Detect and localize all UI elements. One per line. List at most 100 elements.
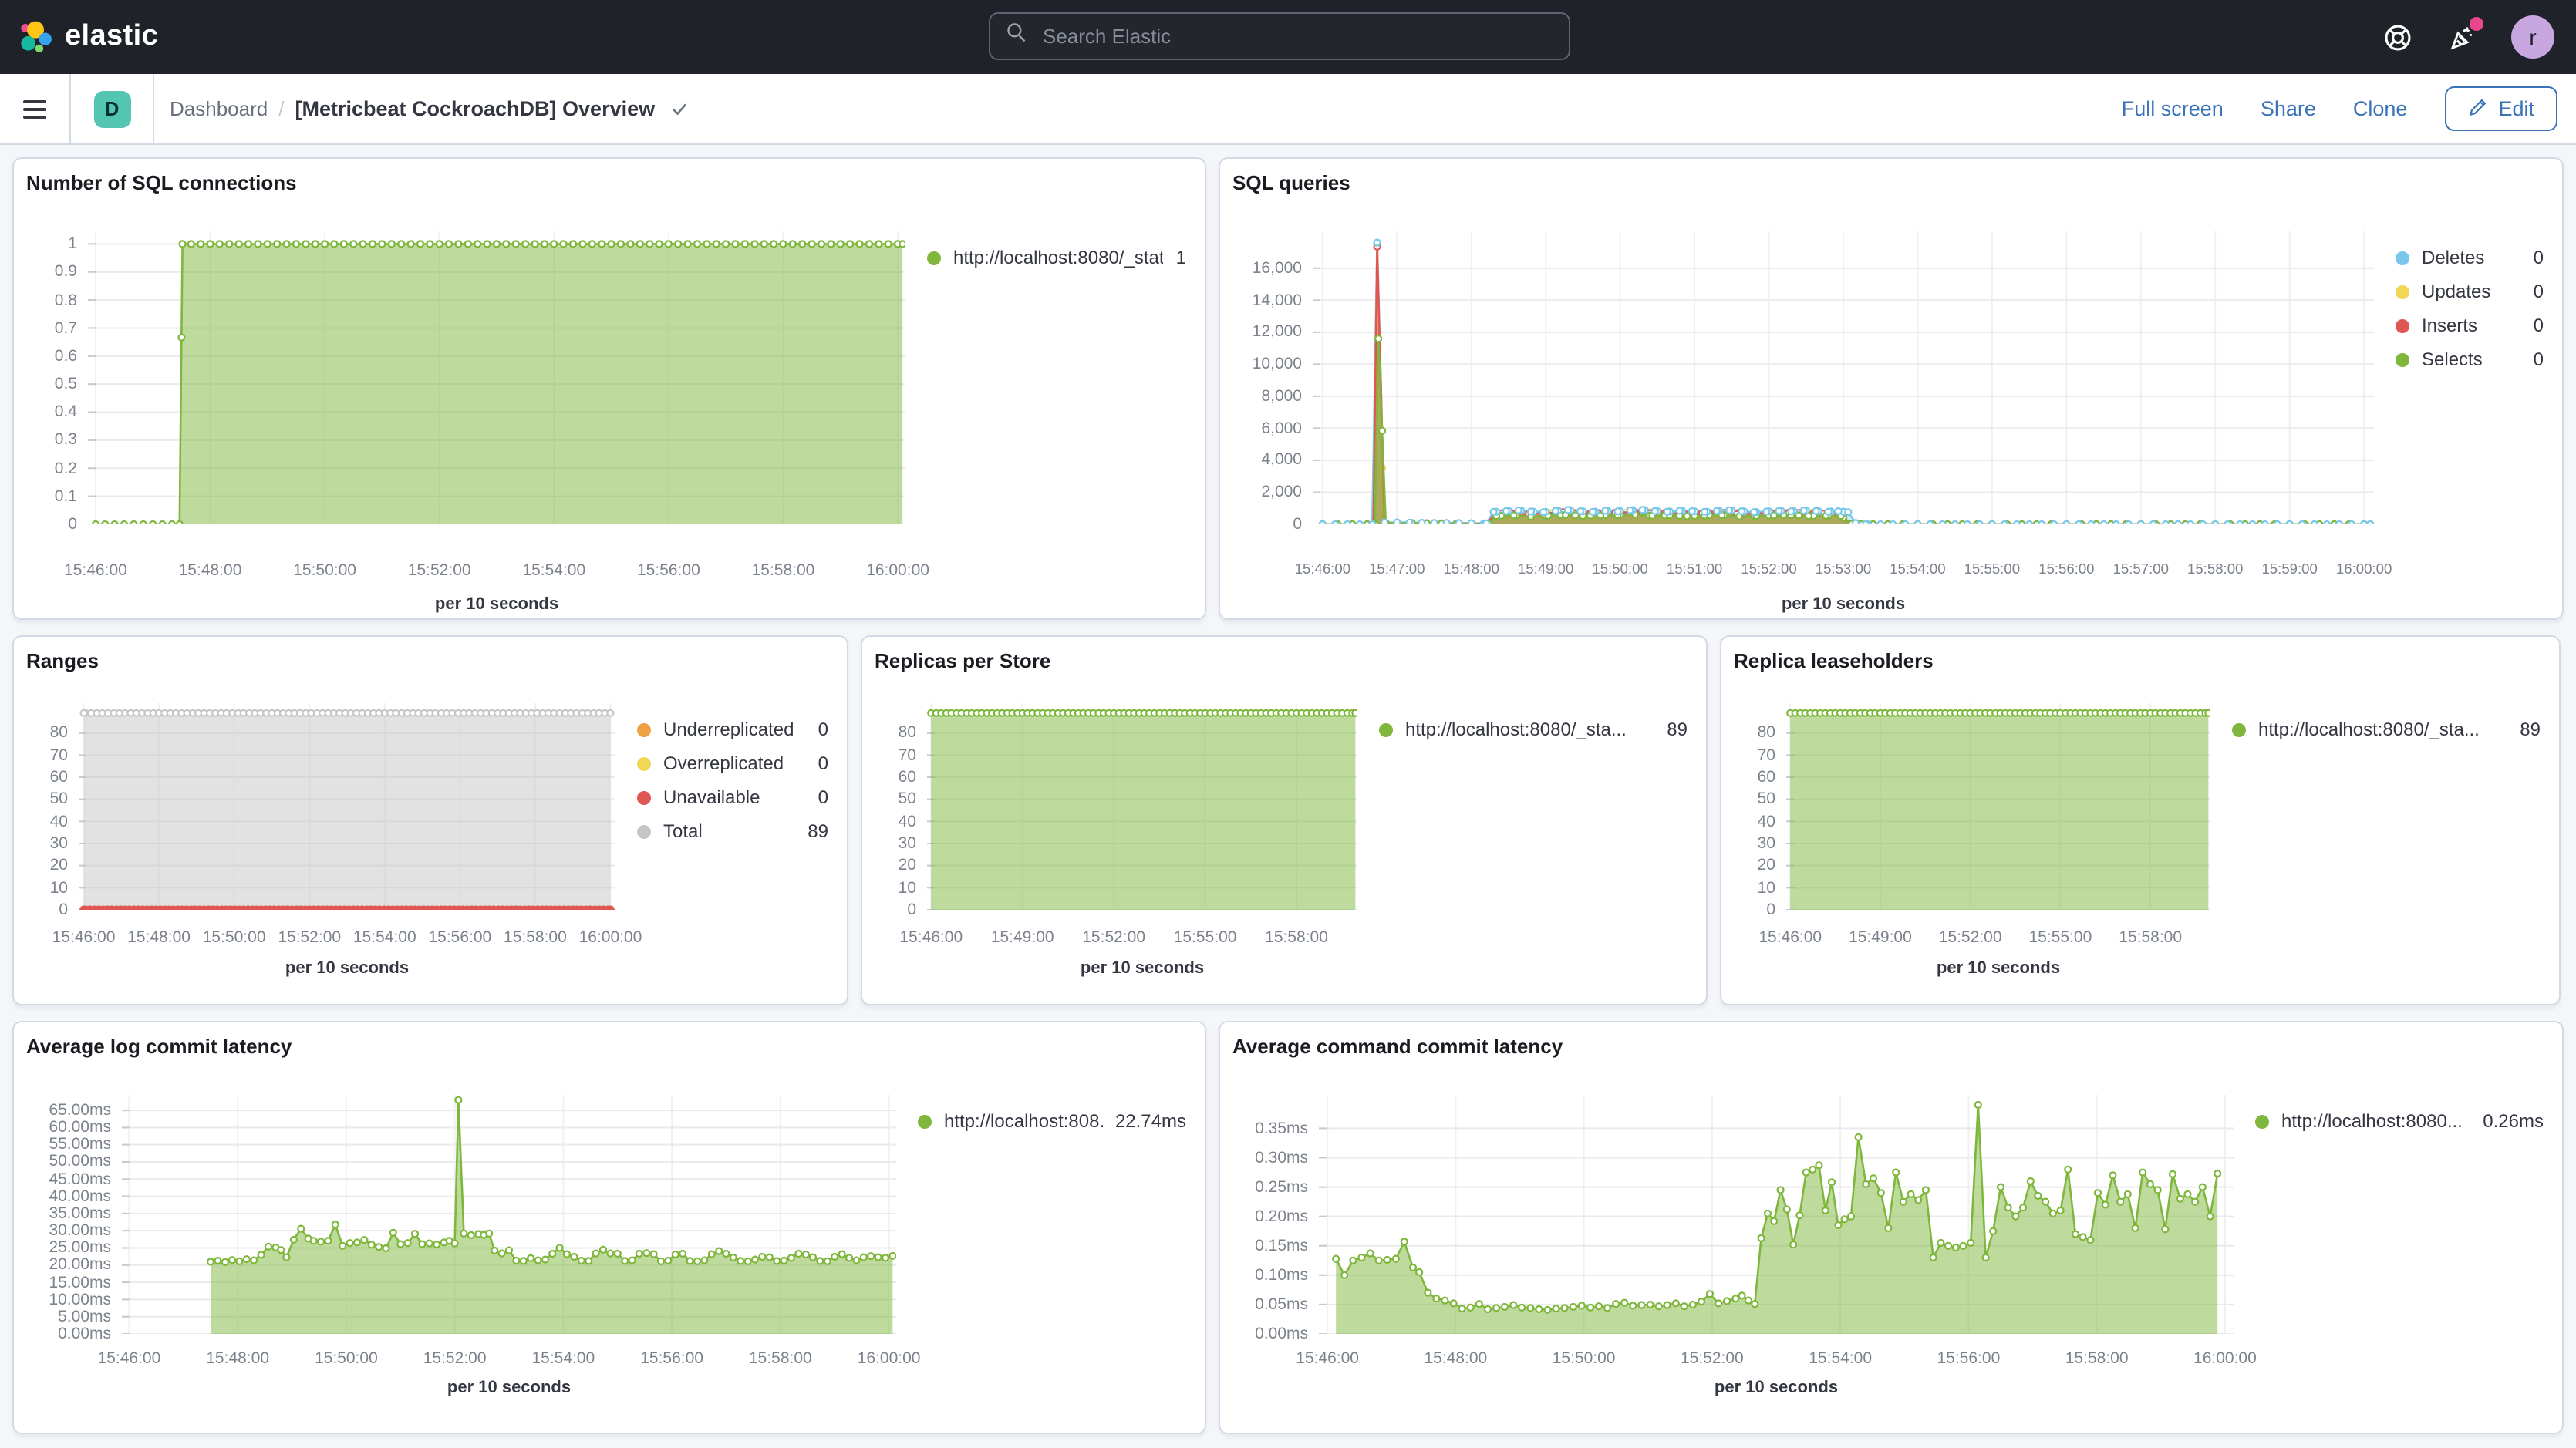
y-axis-label: 15.00ms <box>49 1273 111 1291</box>
y-axis-label: 40 <box>1758 812 1775 830</box>
y-axis: 01020304050607080 <box>875 703 927 910</box>
legend-dot-icon <box>637 824 651 838</box>
y-axis-label: 0.10ms <box>1255 1266 1308 1285</box>
y-axis-label: 2,000 <box>1261 483 1302 501</box>
plot-area[interactable] <box>1319 1095 2234 1334</box>
legend-item[interactable]: http://localhost:8080/_stat...1 <box>927 247 1186 268</box>
chart-ranges[interactable]: 0102030405060708015:46:0015:48:0015:50:0… <box>14 703 847 978</box>
user-avatar[interactable]: r <box>2511 15 2554 59</box>
y-axis-label: 1 <box>68 234 77 253</box>
y-axis-label: 80 <box>899 724 916 743</box>
clone-link[interactable]: Clone <box>2353 97 2408 120</box>
legend-dot-icon <box>927 251 941 264</box>
x-axis: 15:46:0015:48:0015:50:0015:52:0015:54:00… <box>79 928 615 950</box>
legend-item[interactable]: Deletes0 <box>2396 247 2544 268</box>
x-axis-label: 16:00:00 <box>2302 561 2426 577</box>
y-axis-label: 12,000 <box>1253 323 1302 342</box>
chart-number-of-sql-connections[interactable]: 00.10.20.30.40.50.60.70.80.9115:46:0015:… <box>14 231 1205 614</box>
saved-check-icon[interactable] <box>669 99 689 119</box>
legend-dot-icon <box>2255 1114 2269 1128</box>
elastic-logo-icon <box>19 20 52 54</box>
chart-replica-leaseholders[interactable]: 0102030405060708015:46:0015:49:0015:52:0… <box>1721 703 2559 978</box>
chart-canvas[interactable] <box>122 1095 896 1334</box>
legend-item[interactable]: Total89 <box>637 820 828 842</box>
elastic-logo[interactable]: elastic <box>0 20 327 54</box>
chart-canvas[interactable] <box>1786 703 2210 910</box>
panel-row-1: Number of SQL connections 00.10.20.30.40… <box>0 157 2576 620</box>
notification-dot <box>2470 17 2483 31</box>
y-axis-label: 0.6 <box>55 347 77 365</box>
legend-label: Overreplicated <box>663 753 806 774</box>
chart-canvas[interactable] <box>79 703 615 910</box>
legend-item[interactable]: Selects0 <box>2396 349 2544 370</box>
x-axis-label: 16:00:00 <box>548 928 672 947</box>
x-axis: 15:46:0015:48:0015:50:0015:52:0015:54:00… <box>1319 1349 2234 1371</box>
breadcrumb: Dashboard / [Metricbeat CockroachDB] Ove… <box>170 97 689 120</box>
chart-canvas[interactable] <box>927 703 1357 910</box>
plot-area[interactable] <box>1786 703 2210 910</box>
y-axis-label: 30 <box>1758 834 1775 853</box>
y-axis-label: 40 <box>899 812 916 830</box>
legend-item[interactable]: Updates0 <box>2396 281 2544 302</box>
full-screen-link[interactable]: Full screen <box>2122 97 2224 120</box>
y-axis-label: 70 <box>899 746 916 764</box>
x-axis-title: per 10 seconds <box>927 959 1357 978</box>
share-link[interactable]: Share <box>2261 97 2316 120</box>
x-axis: 15:46:0015:48:0015:50:0015:52:0015:54:00… <box>88 561 905 583</box>
x-axis-label: 15:56:00 <box>1907 1349 2030 1368</box>
brand-name: elastic <box>65 20 158 54</box>
legend-value: 89 <box>1667 719 1688 740</box>
legend-item[interactable]: Overreplicated0 <box>637 753 828 774</box>
y-axis-label: 30.00ms <box>49 1221 111 1240</box>
chart-canvas[interactable] <box>88 231 905 524</box>
x-axis-title: per 10 seconds <box>79 959 615 978</box>
x-axis-label: 15:52:00 <box>1650 1349 1774 1368</box>
search-input[interactable] <box>1040 23 1569 49</box>
news-alerts-icon[interactable] <box>2446 22 2477 52</box>
edit-button[interactable]: Edit <box>2444 86 2557 131</box>
chart-legend: http://localhost:8080/_stat...1 <box>905 231 1192 281</box>
plot-area[interactable] <box>88 231 905 524</box>
x-axis-label: 15:46:00 <box>34 561 157 580</box>
y-axis-label: 50 <box>1758 790 1775 809</box>
plot-area[interactable] <box>927 703 1357 910</box>
plot-area[interactable] <box>79 703 615 910</box>
chart-replicas-per-store[interactable]: 0102030405060708015:46:0015:49:0015:52:0… <box>862 703 1706 978</box>
y-axis-label: 55.00ms <box>49 1136 111 1154</box>
y-axis-label: 10 <box>50 878 68 897</box>
legend-dot-icon <box>918 1114 932 1128</box>
chart-average-command-commit-latency[interactable]: 0.00ms0.05ms0.10ms0.15ms0.20ms0.25ms0.30… <box>1220 1095 2562 1397</box>
chart-canvas[interactable] <box>1313 231 2374 524</box>
breadcrumb-dashboard[interactable]: Dashboard <box>170 97 268 120</box>
legend-item[interactable]: Underreplicated0 <box>637 719 828 740</box>
x-axis-title: per 10 seconds <box>122 1379 896 1397</box>
legend-item[interactable]: http://localhost:808...22.74ms <box>918 1110 1186 1132</box>
chart-canvas[interactable] <box>1319 1095 2234 1334</box>
y-axis: 0.00ms0.05ms0.10ms0.15ms0.20ms0.25ms0.30… <box>1232 1095 1319 1334</box>
breadcrumb-current: [Metricbeat CockroachDB] Overview <box>295 97 655 120</box>
legend-item[interactable]: Inserts0 <box>2396 315 2544 336</box>
menu-icon[interactable] <box>0 74 71 143</box>
y-axis-label: 0.2 <box>55 459 77 477</box>
x-axis-title: per 10 seconds <box>1786 959 2210 978</box>
y-axis-label: 4,000 <box>1261 451 1302 470</box>
chart-average-log-commit-latency[interactable]: 0.00ms5.00ms10.00ms15.00ms20.00ms25.00ms… <box>14 1095 1205 1397</box>
y-axis-label: 25.00ms <box>49 1238 111 1257</box>
legend-item[interactable]: http://localhost:8080/_sta...89 <box>1379 719 1688 740</box>
y-axis-label: 50 <box>899 790 916 809</box>
legend-item[interactable]: Unavailable0 <box>637 786 828 808</box>
plot-area[interactable] <box>1313 231 2374 524</box>
y-axis-label: 80 <box>1758 724 1775 743</box>
chart-sql-queries[interactable]: 02,0004,0006,0008,00010,00012,00014,0001… <box>1220 231 2562 614</box>
y-axis-label: 0.4 <box>55 403 77 422</box>
y-axis-label: 35.00ms <box>49 1204 111 1223</box>
plot-area[interactable] <box>122 1095 896 1334</box>
legend-item[interactable]: http://localhost:8080...0.26ms <box>2255 1110 2544 1132</box>
dashboard-app-badge[interactable]: D <box>93 90 130 127</box>
legend-dot-icon <box>637 756 651 770</box>
legend-item[interactable]: http://localhost:8080/_sta...89 <box>2232 719 2541 740</box>
help-icon[interactable] <box>2382 22 2412 52</box>
y-axis-label: 60 <box>50 768 68 786</box>
y-axis-label: 0 <box>1293 515 1302 534</box>
global-search[interactable] <box>989 12 1570 60</box>
